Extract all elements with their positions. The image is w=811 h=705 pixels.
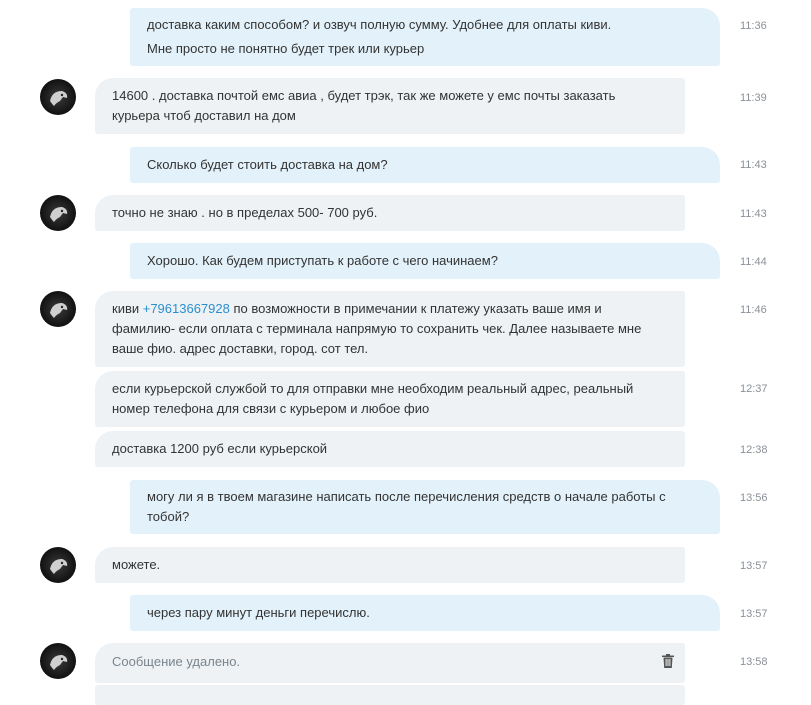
incoming-message[interactable]: киви +79613667928 по возможности в приме… [95,291,685,367]
avatar[interactable] [40,643,76,679]
message-time: 13:57 [740,560,768,572]
message-text: курьера чтоб доставил на дом [112,108,296,123]
message-text: можете. [112,557,161,572]
message-time: 11:43 [740,208,767,220]
avatar[interactable] [40,547,76,583]
incoming-message[interactable]: доставка 1200 руб если курьерской [95,431,685,467]
message-time: 11:36 [740,20,767,32]
message-time: 12:38 [740,444,768,456]
message-time: 13:57 [740,608,768,620]
message-text: 14600 . доставка почтой емс авиа , будет… [112,88,616,103]
message-text: киви +79613667928 по возможности в приме… [112,299,673,319]
message-text: Хорошо. Как будем приступать к работе с … [147,253,498,268]
message-time: 11:39 [740,92,767,104]
message-time: 13:58 [740,656,768,668]
message-text: через пару минут деньги перечислю. [147,605,370,620]
incoming-message[interactable]: 14600 . доставка почтой емс авиа , будет… [95,78,685,134]
message-text: точно не знаю . но в пределах 500- 700 р… [112,205,378,220]
message-text: номер телефона для связи с курьером и лю… [112,401,430,416]
message-text: доставка 1200 руб если курьерской [112,441,328,456]
message-time: 13:56 [740,492,768,504]
message-text: ваше фио. адрес доставки, город. сот тел… [112,341,369,356]
message-text: тобой? [147,509,190,524]
outgoing-message[interactable]: доставка каким способом? и озвуч полную … [130,8,720,66]
message-text: если курьерской службой то для отправки … [112,381,634,396]
message-text: фамилию- если оплата с терминала напряму… [112,321,642,336]
avatar[interactable] [40,291,76,327]
message-text-suffix: по возможности в примечании к платежу ук… [229,301,602,316]
incoming-message[interactable] [95,685,685,705]
message-time: 11:44 [740,256,767,268]
outgoing-message[interactable]: могу ли я в твоем магазине написать посл… [130,480,720,534]
deleted-message[interactable]: Сообщение удалено. [95,643,685,683]
trash-icon[interactable] [662,654,674,668]
message-time: 12:37 [740,383,768,395]
incoming-message[interactable]: точно не знаю . но в пределах 500- 700 р… [95,195,685,231]
phone-link[interactable]: +79613667928 [143,301,230,316]
message-text: Мне просто не понятно будет трек или кур… [147,41,425,56]
incoming-message[interactable]: можете. [95,547,685,583]
outgoing-message[interactable]: через пару минут деньги перечислю. [130,595,720,631]
message-time: 11:43 [740,159,767,171]
message-text: могу ли я в твоем магазине написать посл… [147,489,666,504]
message-text-prefix: киви [112,301,143,316]
message-text: доставка каким способом? и озвуч полную … [147,17,612,32]
incoming-message[interactable]: если курьерской службой то для отправки … [95,371,685,427]
outgoing-message[interactable]: Хорошо. Как будем приступать к работе с … [130,243,720,279]
message-text: Сообщение удалено. [112,654,241,669]
message-text: Сколько будет стоить доставка на дом? [147,157,388,172]
avatar[interactable] [40,195,76,231]
message-time: 11:46 [740,304,767,316]
outgoing-message[interactable]: Сколько будет стоить доставка на дом? [130,147,720,183]
avatar[interactable] [40,79,76,115]
